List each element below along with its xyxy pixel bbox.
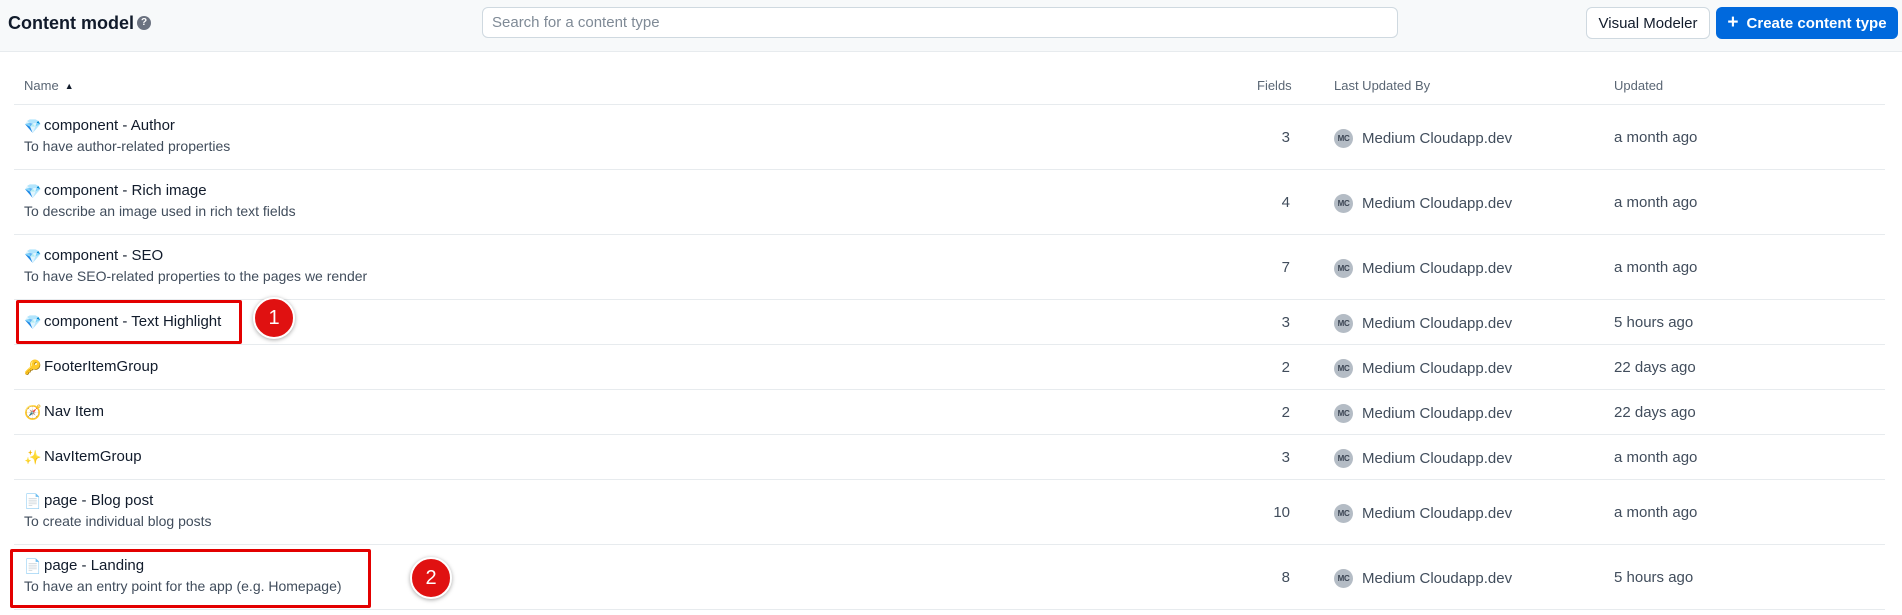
column-header-last-updated-by: Last Updated By	[1334, 78, 1431, 93]
content-type-name[interactable]: component - Rich image	[44, 182, 207, 200]
last-updated-by-cell: MC Medium Cloudapp.dev	[1334, 259, 1512, 278]
plus-icon: +	[1727, 11, 1739, 33]
visual-modeler-button[interactable]: Visual Modeler	[1586, 7, 1710, 39]
content-type-description: To have SEO-related properties to the pa…	[24, 268, 368, 284]
create-content-type-button[interactable]: + Create content type	[1716, 7, 1898, 39]
content-type-name-cell: 💎 component - Rich image To describe an …	[24, 182, 296, 219]
fields-count: 3	[1281, 314, 1290, 331]
last-updated-by-cell: MC Medium Cloudapp.dev	[1334, 569, 1512, 588]
content-type-name-cell: 💎 component - Author To have author-rela…	[24, 117, 230, 154]
content-type-table: 💎 component - Author To have author-rela…	[14, 105, 1885, 610]
create-content-type-label: Create content type	[1746, 14, 1887, 32]
content-type-name[interactable]: component - Author	[44, 117, 175, 135]
user-name: Medium Cloudapp.dev	[1362, 505, 1513, 522]
content-type-name-cell: ✨ NavItemGroup	[24, 448, 142, 466]
content-type-emoji-icon: 💎	[24, 118, 42, 134]
fields-count: 10	[1273, 504, 1290, 521]
updated-time: 22 days ago	[1614, 359, 1696, 376]
column-header-fields: Fields	[1257, 78, 1292, 93]
table-row[interactable]: 💎 component - Rich image To describe an …	[14, 170, 1885, 235]
user-name: Medium Cloudapp.dev	[1362, 130, 1513, 147]
sort-ascending-icon: ▲	[64, 80, 74, 91]
table-row[interactable]: 💎 component - Text Highlight 3 MC Medium…	[14, 300, 1885, 345]
last-updated-by-cell: MC Medium Cloudapp.dev	[1334, 194, 1512, 213]
column-header-updated: Updated	[1614, 78, 1664, 93]
table-header: Name ▲ Fields Last Updated By Updated	[14, 62, 1885, 105]
content-type-emoji-icon: 💎	[24, 183, 42, 199]
last-updated-by-cell: MC Medium Cloudapp.dev	[1334, 449, 1512, 468]
search-input[interactable]	[482, 7, 1398, 38]
content-type-emoji-icon: 🔑	[24, 359, 42, 375]
content-type-name-cell: 🔑 FooterItemGroup	[24, 358, 158, 376]
content-type-description: To create individual blog posts	[24, 513, 212, 529]
user-name: Medium Cloudapp.dev	[1362, 315, 1513, 332]
fields-count: 3	[1281, 449, 1290, 466]
content-type-name[interactable]: Nav Item	[44, 403, 104, 421]
avatar: MC	[1334, 194, 1353, 213]
avatar: MC	[1334, 569, 1353, 588]
content-type-name-cell: 🧭 Nav Item	[24, 403, 104, 421]
fields-count: 2	[1281, 404, 1290, 421]
last-updated-by-cell: MC Medium Cloudapp.dev	[1334, 404, 1512, 423]
table-row[interactable]: 💎 component - Author To have author-rela…	[14, 105, 1885, 170]
content-type-name-cell: 📄 page - Blog post To create individual …	[24, 492, 212, 529]
content-type-emoji-icon: 💎	[24, 248, 42, 264]
annotation-badge-2: 2	[410, 557, 452, 599]
updated-time: 22 days ago	[1614, 404, 1696, 421]
annotation-box-2	[10, 549, 371, 608]
page-title: Content model	[8, 13, 134, 33]
annotation-box-1	[16, 300, 242, 344]
content-type-emoji-icon: ✨	[24, 449, 42, 465]
user-name: Medium Cloudapp.dev	[1362, 450, 1513, 467]
last-updated-by-cell: MC Medium Cloudapp.dev	[1334, 314, 1512, 333]
updated-time: a month ago	[1614, 194, 1698, 211]
content-type-name[interactable]: page - Blog post	[44, 492, 153, 510]
avatar: MC	[1334, 359, 1353, 378]
updated-time: a month ago	[1614, 259, 1698, 276]
updated-time: 5 hours ago	[1614, 569, 1694, 586]
help-icon[interactable]: ?	[137, 16, 151, 30]
annotation-badge-1: 1	[253, 297, 295, 339]
updated-time: 5 hours ago	[1614, 314, 1694, 331]
content-type-name[interactable]: component - SEO	[44, 247, 163, 265]
fields-count: 3	[1281, 129, 1290, 146]
table-row[interactable]: 💎 component - SEO To have SEO-related pr…	[14, 235, 1885, 300]
page-header: Content model ? Visual Modeler + Create …	[0, 0, 1902, 52]
last-updated-by-cell: MC Medium Cloudapp.dev	[1334, 504, 1512, 523]
content-type-description: To describe an image used in rich text f…	[24, 203, 296, 219]
table-row[interactable]: 🔑 FooterItemGroup 2 MC Medium Cloudapp.d…	[14, 345, 1885, 390]
content-type-emoji-icon: 📄	[24, 493, 42, 509]
avatar: MC	[1334, 314, 1353, 333]
content-type-emoji-icon: 🧭	[24, 404, 42, 420]
column-header-name[interactable]: Name ▲	[24, 78, 74, 93]
user-name: Medium Cloudapp.dev	[1362, 360, 1513, 377]
user-name: Medium Cloudapp.dev	[1362, 570, 1513, 587]
table-row[interactable]: 📄 page - Blog post To create individual …	[14, 480, 1885, 545]
updated-time: a month ago	[1614, 129, 1698, 146]
avatar: MC	[1334, 404, 1353, 423]
updated-time: a month ago	[1614, 449, 1698, 466]
content-type-name[interactable]: FooterItemGroup	[44, 358, 158, 376]
table-row[interactable]: 🧭 Nav Item 2 MC Medium Cloudapp.dev 22 d…	[14, 390, 1885, 435]
table-row[interactable]: ✨ NavItemGroup 3 MC Medium Cloudapp.dev …	[14, 435, 1885, 480]
user-name: Medium Cloudapp.dev	[1362, 405, 1513, 422]
last-updated-by-cell: MC Medium Cloudapp.dev	[1334, 129, 1512, 148]
avatar: MC	[1334, 449, 1353, 468]
fields-count: 4	[1281, 194, 1290, 211]
user-name: Medium Cloudapp.dev	[1362, 195, 1513, 212]
avatar: MC	[1334, 129, 1353, 148]
content-type-name-cell: 💎 component - SEO To have SEO-related pr…	[24, 247, 367, 284]
avatar: MC	[1334, 504, 1353, 523]
content-type-name[interactable]: NavItemGroup	[44, 448, 142, 466]
fields-count: 2	[1281, 359, 1290, 376]
user-name: Medium Cloudapp.dev	[1362, 260, 1513, 277]
avatar: MC	[1334, 259, 1353, 278]
last-updated-by-cell: MC Medium Cloudapp.dev	[1334, 359, 1512, 378]
fields-count: 7	[1281, 259, 1290, 276]
content-type-description: To have author-related properties	[24, 138, 231, 154]
updated-time: a month ago	[1614, 504, 1698, 521]
fields-count: 8	[1281, 569, 1290, 586]
